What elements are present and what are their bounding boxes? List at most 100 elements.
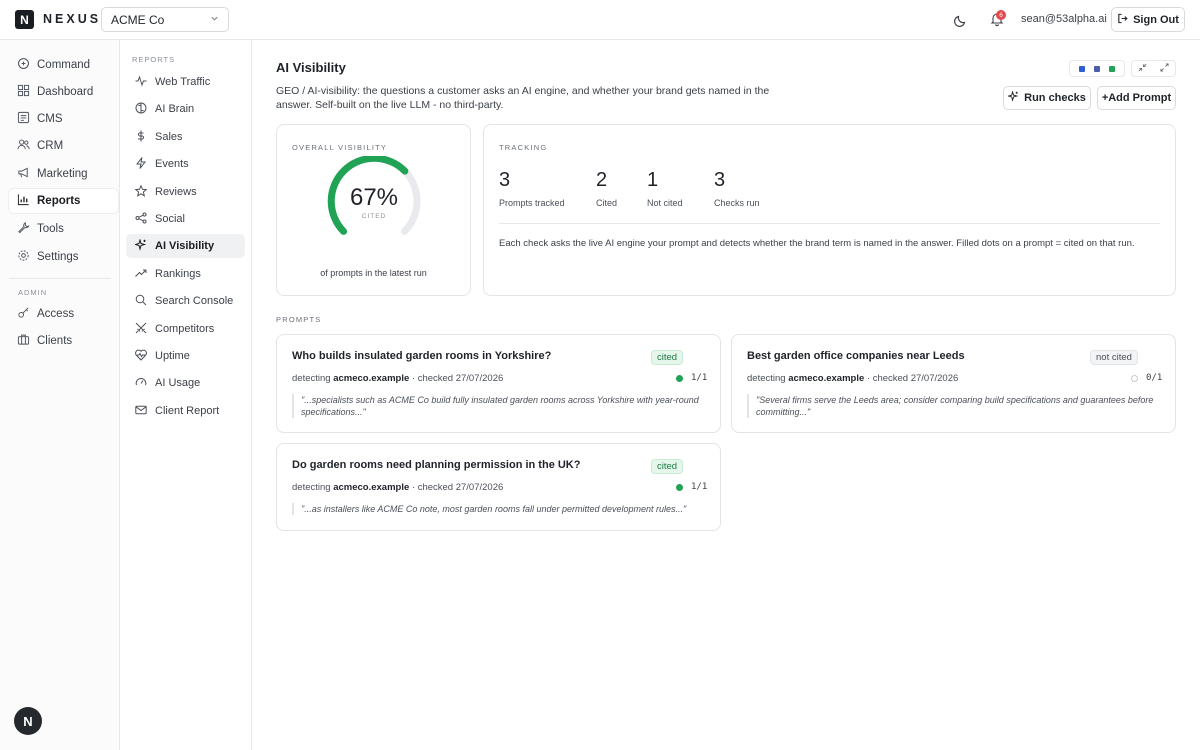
nav-crm[interactable]: CRM — [9, 134, 118, 158]
view-toggle-indigo[interactable] — [1093, 65, 1100, 72]
trending-icon — [135, 267, 147, 282]
user-email[interactable]: sean@53alpha.ai — [1021, 13, 1107, 25]
subnav-rankings[interactable]: Rankings — [126, 262, 245, 286]
reports-subnav: REPORTS Web Traffic AI Brain Sales Event… — [120, 40, 252, 750]
nav-command[interactable]: Command — [9, 53, 118, 77]
stat-cited-value: 2 — [596, 169, 608, 191]
nav-cms[interactable]: CMS — [9, 107, 118, 131]
gauge-icon — [135, 376, 147, 391]
nav-clients[interactable]: Clients — [9, 329, 118, 353]
prompt-domain: acmeco.example — [333, 373, 410, 384]
prompt-meta: detecting acmeco.example · checked 27/07… — [292, 482, 503, 493]
logo-text: NEXUS — [43, 12, 102, 26]
nav-access[interactable]: Access — [9, 302, 118, 326]
subnav-sales[interactable]: Sales — [126, 125, 245, 149]
user-avatar[interactable]: N — [14, 707, 42, 735]
subnav-client-report[interactable]: Client Report — [126, 399, 245, 423]
run-checks-button[interactable]: Run checks — [1003, 86, 1091, 110]
subnav-ai-usage[interactable]: AI Usage — [126, 371, 245, 395]
key-icon — [17, 306, 30, 322]
stat-cited-label: Cited — [596, 198, 618, 208]
wrench-icon — [17, 221, 30, 237]
subnav-ai-visibility[interactable]: AI Visibility — [126, 234, 245, 258]
run-checks-label: Run checks — [1024, 92, 1086, 104]
logo-mark[interactable]: N — [15, 10, 34, 29]
bolt-icon — [135, 156, 147, 172]
stat-prompts-tracked-value: 3 — [499, 169, 511, 191]
prompt-card[interactable]: Best garden office companies near Leeds … — [731, 334, 1176, 433]
tracking-note: Each check asks the live AI engine your … — [499, 238, 1135, 249]
prompt-count-text: 1/1 — [691, 482, 708, 492]
swords-icon — [135, 322, 147, 337]
brain-icon — [135, 102, 147, 117]
client-select-value: ACME Co — [111, 12, 165, 27]
page-description: GEO / AI-visibility: the questions a cus… — [276, 85, 770, 111]
view-toggle-green[interactable] — [1109, 65, 1116, 72]
prompt-citation-count: 1/1 — [676, 482, 707, 492]
search-icon — [135, 294, 147, 309]
visibility-note: of prompts in the latest run — [320, 268, 427, 278]
command-icon — [17, 57, 30, 73]
visibility-percent: 67% — [349, 184, 399, 211]
subnav-ai-usage-label: AI Usage — [155, 377, 201, 389]
subnav-social[interactable]: Social — [126, 207, 245, 231]
prompt-card[interactable]: Do garden rooms need planning permission… — [276, 443, 721, 531]
nav-reports[interactable]: Reports — [9, 189, 118, 213]
subnav-web-traffic[interactable]: Web Traffic — [126, 70, 245, 94]
mail-icon — [135, 404, 147, 419]
client-select[interactable]: ACME Co — [101, 7, 229, 32]
add-prompt-label: +Add Prompt — [1101, 92, 1172, 104]
expand-icon[interactable] — [1160, 63, 1169, 74]
prompt-count-text: 1/1 — [691, 373, 708, 383]
subnav-social-label: Social — [155, 213, 185, 225]
prompt-checked-date: · checked 27/07/2026 — [866, 373, 959, 384]
prompt-detecting-label: detecting — [292, 373, 331, 384]
sidebar-divider — [9, 278, 111, 279]
nav-dashboard[interactable]: Dashboard — [9, 80, 118, 104]
tracking-divider — [499, 223, 1160, 224]
prompt-quote: "...specialists such as ACME Co build fu… — [292, 394, 702, 418]
add-prompt-button[interactable]: +Add Prompt — [1097, 86, 1176, 110]
collapse-icon[interactable] — [1138, 63, 1147, 74]
reports-section-label: REPORTS — [132, 55, 176, 64]
stat-not-cited-label: Not cited — [647, 198, 683, 208]
prompts-caption: PROMPTS — [276, 315, 322, 324]
cited-dot-icon — [676, 483, 683, 491]
nav-command-label: Command — [37, 59, 91, 71]
subnav-uptime[interactable]: Uptime — [126, 344, 245, 368]
subnav-search-console[interactable]: Search Console — [126, 289, 245, 313]
subnav-reviews[interactable]: Reviews — [126, 180, 245, 204]
subnav-ai-brain[interactable]: AI Brain — [126, 97, 245, 121]
subnav-ai-brain-label: AI Brain — [155, 103, 195, 115]
nav-reports-label: Reports — [37, 195, 81, 207]
nav-marketing[interactable]: Marketing — [9, 162, 118, 186]
prompt-quote: "...as installers like ACME Co note, mos… — [292, 503, 702, 515]
moon-icon[interactable] — [953, 12, 969, 28]
nav-tools[interactable]: Tools — [9, 217, 118, 241]
prompt-quote: "Several firms serve the Leeds area; con… — [747, 394, 1157, 418]
visibility-sub-label: CITED — [361, 213, 387, 220]
sign-out-label: Sign Out — [1133, 13, 1179, 26]
nav-settings[interactable]: Settings — [9, 245, 118, 269]
chevron-down-icon — [210, 14, 219, 25]
view-toggle-blue[interactable] — [1078, 65, 1085, 72]
cited-dot-icon — [676, 374, 683, 382]
main-sidebar: Command Dashboard CMS CRM Marketing Repo… — [0, 40, 120, 750]
bar-chart-icon — [17, 193, 30, 209]
sign-out-icon — [1117, 13, 1128, 27]
window-controls — [1131, 60, 1176, 77]
heartbeat-icon — [135, 349, 147, 364]
subnav-rankings-label: Rankings — [155, 268, 201, 280]
dollar-icon — [135, 130, 147, 145]
share-icon — [135, 212, 147, 227]
nav-clients-label: Clients — [37, 335, 73, 347]
subnav-search-console-label: Search Console — [155, 295, 234, 307]
sign-out-button[interactable]: Sign Out — [1111, 7, 1185, 32]
status-badge: cited — [651, 459, 684, 474]
subnav-events[interactable]: Events — [126, 152, 245, 176]
prompt-card[interactable]: Who builds insulated garden rooms in Yor… — [276, 334, 721, 433]
dashboard-icon — [17, 84, 30, 100]
stat-checks-run-label: Checks run — [714, 198, 760, 208]
subnav-reviews-label: Reviews — [155, 186, 197, 198]
subnav-competitors[interactable]: Competitors — [126, 317, 245, 341]
